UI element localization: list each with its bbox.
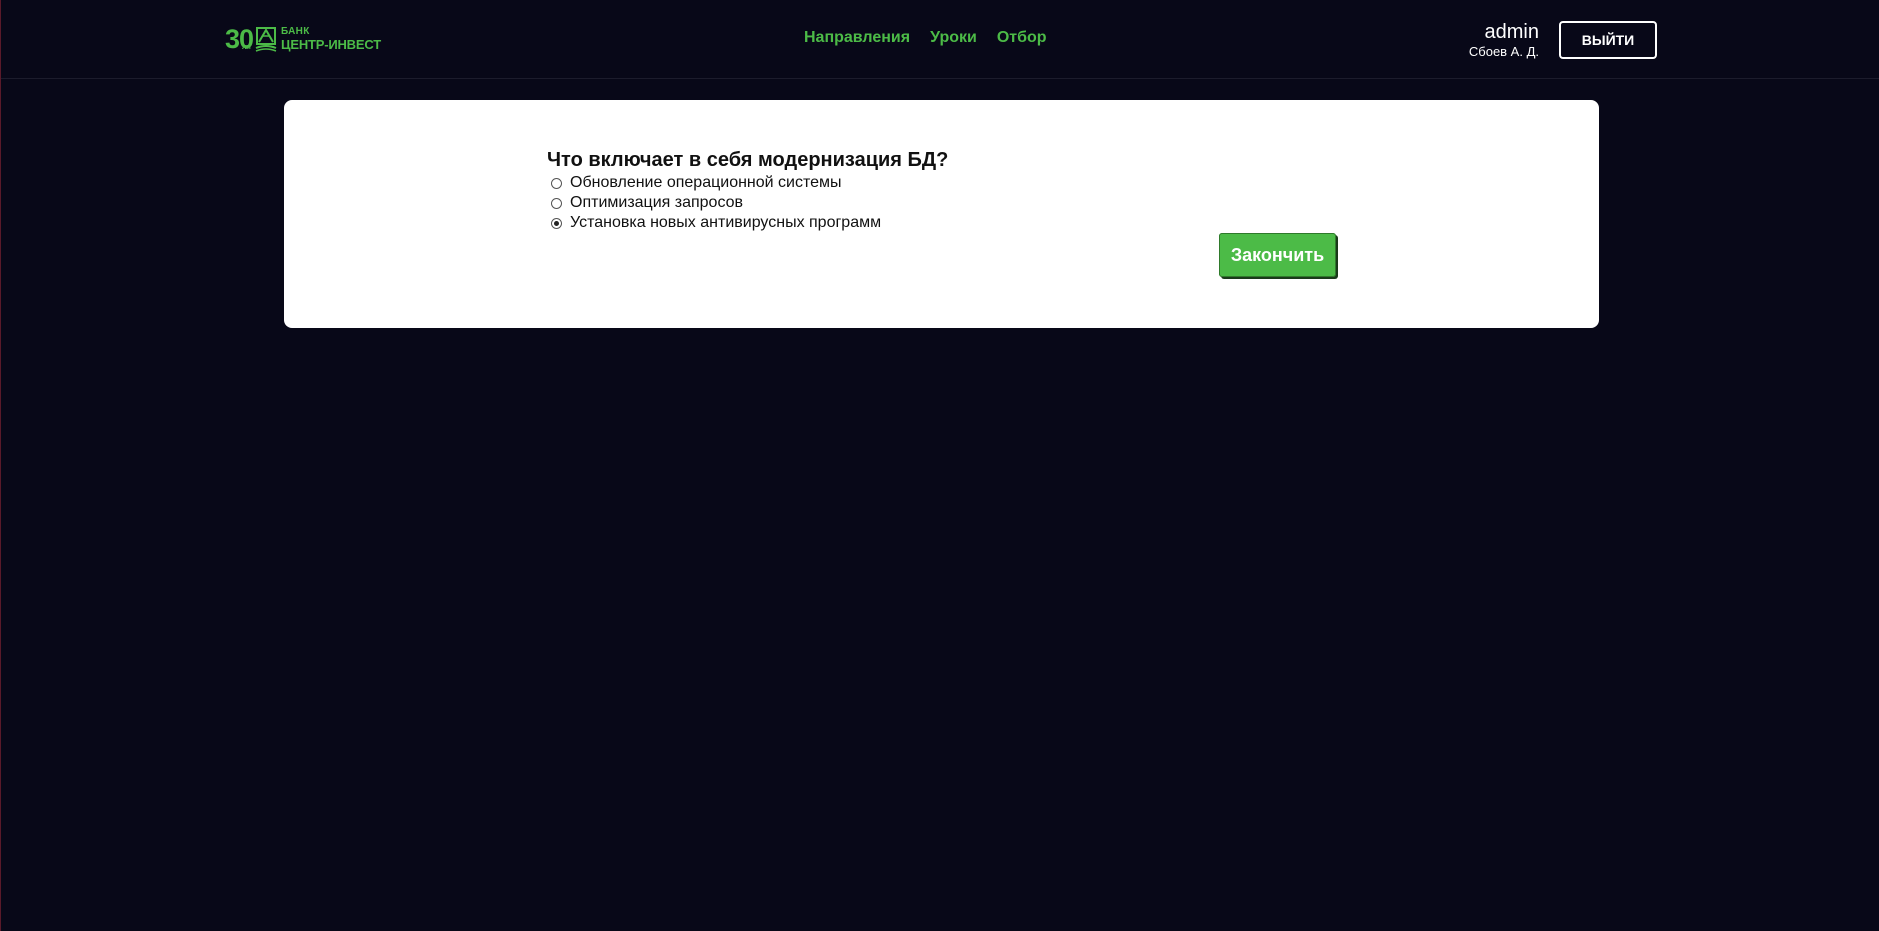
answer-option-1[interactable]: Обновление операционной системы <box>551 173 881 193</box>
radio-unselected-icon[interactable] <box>551 197 562 209</box>
nav-link-selection[interactable]: Отбор <box>997 29 1047 47</box>
logo-years-suffix: лет <box>242 43 252 51</box>
bank-logo[interactable]: 30 лет БАНК ЦЕНТР-ИНВЕСТ <box>225 24 381 54</box>
answer-option-3[interactable]: Установка новых антивирусных программ <box>551 213 881 233</box>
answer-option-2[interactable]: Оптимизация запросов <box>551 193 881 213</box>
logo-bank-name: ЦЕНТР-ИНВЕСТ <box>281 37 381 52</box>
radio-dot <box>554 220 559 226</box>
logo-text: БАНК ЦЕНТР-ИНВЕСТ <box>281 26 381 52</box>
user-info: admin Сбоев А. Д. <box>1469 20 1539 60</box>
header: 30 лет БАНК ЦЕНТР-ИНВЕСТ Направления Уро… <box>1 0 1879 79</box>
answer-option-label: Оптимизация запросов <box>570 194 744 211</box>
quiz-card: Что включает в себя модернизация БД? Обн… <box>284 100 1599 328</box>
radio-unselected-icon[interactable] <box>551 177 562 189</box>
answer-option-label: Обновление операционной системы <box>570 174 842 191</box>
user-login: admin <box>1484 21 1539 43</box>
answer-option-label: Установка новых антивирусных программ <box>570 214 882 231</box>
radio-selected-icon[interactable] <box>551 217 562 229</box>
bank-emblem-icon <box>255 27 277 52</box>
logo-bank-label: БАНК <box>281 26 310 37</box>
nav-link-directions[interactable]: Направления <box>804 29 910 47</box>
answer-options: Обновление операционной системы Оптимиза… <box>551 173 881 233</box>
nav-link-lessons[interactable]: Уроки <box>930 29 977 47</box>
logo-years: 30 лет <box>225 23 254 54</box>
logout-button[interactable]: ВЫЙТИ <box>1559 21 1657 59</box>
user-full-name: Сбоев А. Д. <box>1468 44 1539 59</box>
main-nav: Направления Уроки Отбор <box>804 29 1047 47</box>
question-title: Что включает в себя модернизация БД? <box>547 149 949 171</box>
finish-button[interactable]: Закончить <box>1219 233 1336 277</box>
